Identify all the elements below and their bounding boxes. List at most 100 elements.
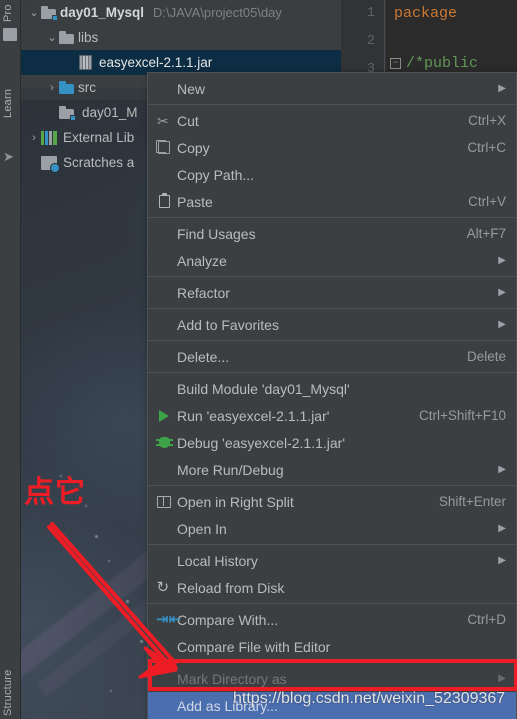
menu-item-shortcut: Ctrl+C bbox=[467, 140, 506, 155]
line-number: 1 bbox=[366, 6, 375, 21]
twisty-expanded-icon[interactable]: ⌄ bbox=[45, 31, 59, 44]
menu-item-cut[interactable]: ✂ Cut Ctrl+X bbox=[148, 107, 516, 134]
menu-item-label: Mark Directory as bbox=[177, 670, 287, 687]
menu-item-debug[interactable]: Debug 'easyexcel-2.1.1.jar' bbox=[148, 429, 516, 456]
chevron-right-icon: ➤ bbox=[3, 149, 14, 164]
menu-item-shortcut: Ctrl+X bbox=[468, 113, 506, 128]
screenshot-root: Pro Learn ➤ Structure 1 2 3 package − /*… bbox=[0, 0, 517, 719]
menu-item-find-usages[interactable]: Find Usages Alt+F7 bbox=[148, 220, 516, 247]
submenu-arrow-icon: ▶ bbox=[498, 523, 506, 534]
submenu-arrow-icon: ▶ bbox=[498, 255, 506, 266]
copy-icon bbox=[153, 140, 175, 154]
tree-item-label: Scratches a bbox=[63, 155, 135, 170]
tree-item-label: day01_M bbox=[82, 105, 138, 120]
split-icon bbox=[153, 495, 175, 508]
menu-item-label: Local History bbox=[177, 552, 258, 569]
menu-item-label: Open In bbox=[177, 520, 227, 537]
menu-item-paste[interactable]: Paste Ctrl+V bbox=[148, 188, 516, 215]
menu-item-label: New bbox=[177, 80, 206, 97]
module-icon bbox=[41, 6, 58, 21]
menu-item-shortcut: Ctrl+V bbox=[468, 194, 506, 209]
menu-item-label: Cut bbox=[177, 112, 199, 129]
tree-item-label: External Lib bbox=[63, 130, 135, 145]
menu-item-shortcut: Ctrl+Shift+F10 bbox=[418, 408, 506, 423]
menu-item-shortcut: Ctrl+D bbox=[467, 612, 506, 627]
menu-item-new[interactable]: New ▶ bbox=[148, 75, 516, 102]
menu-item-compare-file-with-editor[interactable]: Compare File with Editor bbox=[148, 633, 516, 660]
menu-item-label: Copy Path... bbox=[177, 166, 255, 183]
menu-separator bbox=[148, 544, 516, 545]
run-icon bbox=[153, 409, 175, 422]
menu-item-delete[interactable]: Delete... Delete bbox=[148, 343, 516, 370]
menu-item-label: Paste bbox=[177, 193, 213, 210]
menu-item-label: Analyze bbox=[177, 252, 227, 269]
menu-item-copy-path[interactable]: Copy Path... bbox=[148, 161, 516, 188]
menu-item-open-in[interactable]: Open In ▶ bbox=[148, 515, 516, 542]
menu-separator bbox=[148, 340, 516, 341]
reload-icon: ↻ bbox=[156, 579, 170, 596]
twisty-collapsed-icon[interactable]: › bbox=[27, 132, 41, 144]
line-number: 2 bbox=[366, 34, 375, 49]
menu-item-label: Compare With... bbox=[177, 611, 279, 628]
stripe-label-structure[interactable]: Structure bbox=[2, 670, 14, 716]
menu-separator bbox=[148, 217, 516, 218]
menu-separator bbox=[148, 104, 516, 105]
compare-icon: ⇥⇤ bbox=[156, 610, 182, 628]
menu-separator bbox=[148, 662, 516, 663]
twisty-expanded-icon[interactable]: ⌄ bbox=[27, 6, 41, 19]
menu-item-analyze[interactable]: Analyze ▶ bbox=[148, 247, 516, 274]
tree-row[interactable]: ⌄ day01_Mysql D:\JAVA\project05\day bbox=[21, 0, 341, 25]
stripe-label-project[interactable]: Pro bbox=[2, 4, 14, 22]
menu-item-label: Add to Favorites bbox=[177, 316, 279, 333]
stripe-label-learn[interactable]: Learn bbox=[2, 89, 14, 118]
tree-item-label: day01_Mysql bbox=[60, 5, 145, 20]
tree-item-label: src bbox=[78, 80, 96, 95]
menu-item-label: Reload from Disk bbox=[177, 579, 285, 596]
menu-item-add-to-favorites[interactable]: Add to Favorites ▶ bbox=[148, 311, 516, 338]
menu-item-compare-with[interactable]: ⇥⇤ Compare With... Ctrl+D bbox=[148, 606, 516, 633]
submenu-arrow-icon: ▶ bbox=[498, 464, 506, 475]
submenu-arrow-icon: ▶ bbox=[498, 287, 506, 298]
tool-window-stripe[interactable]: Pro Learn ➤ Structure bbox=[0, 0, 21, 719]
module-file-icon bbox=[59, 106, 76, 121]
paste-icon bbox=[153, 193, 175, 208]
submenu-arrow-icon: ▶ bbox=[498, 319, 506, 330]
code-fold-icon[interactable]: − bbox=[390, 58, 401, 69]
menu-item-label: Find Usages bbox=[177, 225, 256, 242]
menu-separator bbox=[148, 485, 516, 486]
menu-item-refactor[interactable]: Refactor ▶ bbox=[148, 279, 516, 306]
menu-item-label: Open in Right Split bbox=[177, 493, 294, 510]
menu-item-label: Delete... bbox=[177, 348, 230, 365]
menu-item-shortcut: Delete bbox=[466, 349, 506, 364]
menu-item-label: Debug 'easyexcel-2.1.1.jar' bbox=[177, 434, 345, 451]
menu-item-run[interactable]: Run 'easyexcel-2.1.1.jar' Ctrl+Shift+F10 bbox=[148, 402, 516, 429]
tree-row[interactable]: ⌄ libs bbox=[21, 25, 341, 50]
menu-item-local-history[interactable]: Local History ▶ bbox=[148, 547, 516, 574]
menu-item-label: Run 'easyexcel-2.1.1.jar' bbox=[177, 407, 330, 424]
menu-item-label: Compare File with Editor bbox=[177, 638, 331, 655]
menu-separator bbox=[148, 372, 516, 373]
menu-item-label: Build Module 'day01_Mysql' bbox=[177, 380, 350, 397]
menu-item-open-in-right-split[interactable]: Open in Right Split Shift+Enter bbox=[148, 488, 516, 515]
menu-item-copy[interactable]: Copy Ctrl+C bbox=[148, 134, 516, 161]
watermark-url: https://blog.csdn.net/weixin_52309367 bbox=[233, 690, 506, 707]
menu-item-build-module[interactable]: Build Module 'day01_Mysql' bbox=[148, 375, 516, 402]
context-menu[interactable]: New ▶ ✂ Cut Ctrl+X Copy Ctrl+C Copy Path… bbox=[147, 72, 517, 719]
menu-item-shortcut: Alt+F7 bbox=[466, 226, 506, 241]
menu-item-reload-from-disk[interactable]: ↻ Reload from Disk bbox=[148, 574, 516, 601]
menu-separator bbox=[148, 276, 516, 277]
source-folder-icon bbox=[59, 81, 75, 95]
twisty-collapsed-icon[interactable]: › bbox=[45, 82, 59, 94]
scratches-icon bbox=[41, 155, 60, 173]
project-view-icon[interactable] bbox=[3, 28, 17, 41]
cut-icon: ✂ bbox=[157, 112, 169, 129]
submenu-arrow-icon: ▶ bbox=[498, 673, 506, 684]
folder-icon bbox=[59, 31, 75, 45]
menu-item-label: Refactor bbox=[177, 284, 230, 301]
external-libraries-icon bbox=[41, 130, 57, 145]
tree-item-label: libs bbox=[78, 30, 99, 45]
menu-item-more-run-debug[interactable]: More Run/Debug ▶ bbox=[148, 456, 516, 483]
submenu-arrow-icon: ▶ bbox=[498, 555, 506, 566]
menu-item-label: More Run/Debug bbox=[177, 461, 284, 478]
submenu-arrow-icon: ▶ bbox=[498, 83, 506, 94]
